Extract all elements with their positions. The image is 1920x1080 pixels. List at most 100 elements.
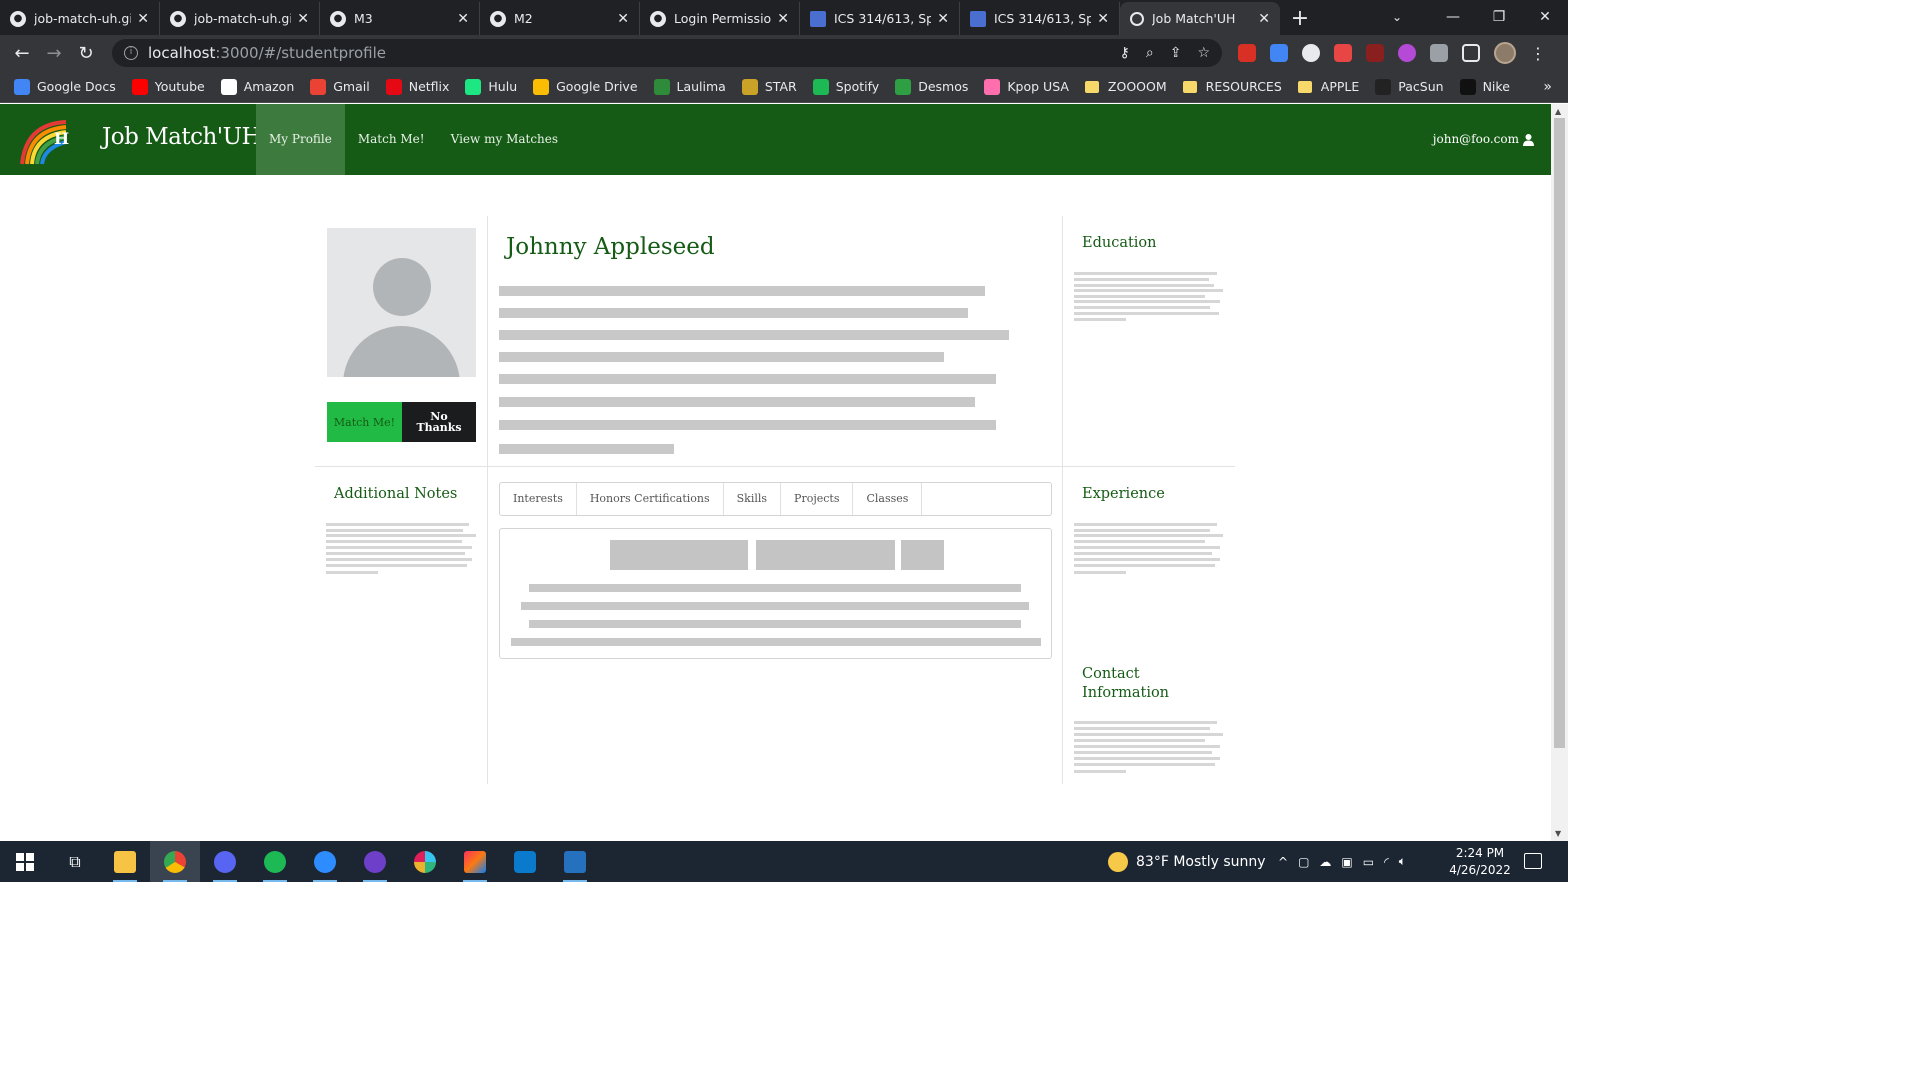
- chrome-taskbar-icon[interactable]: [150, 841, 200, 882]
- notes-placeholder-line: [326, 540, 462, 543]
- bookmark-item[interactable]: STAR: [741, 78, 797, 95]
- extension-icon[interactable]: [1366, 44, 1384, 62]
- password-key-icon[interactable]: ⚷: [1120, 45, 1130, 61]
- tab-interests[interactable]: Interests: [500, 483, 577, 515]
- bookmarks-overflow-icon[interactable]: »: [1543, 79, 1552, 95]
- close-tab-icon[interactable]: ✕: [137, 11, 149, 27]
- app-brand[interactable]: Job Match'UH: [102, 124, 262, 150]
- bookmark-item[interactable]: Laulima: [653, 78, 726, 95]
- bookmark-item[interactable]: Google Docs: [14, 78, 116, 95]
- taskbar-clock[interactable]: 2:24 PM 4/26/2022: [1446, 845, 1514, 879]
- close-window-icon[interactable]: ✕: [1522, 0, 1568, 35]
- extension-icon[interactable]: [1398, 44, 1416, 62]
- display-icon[interactable]: ▣: [1341, 855, 1352, 869]
- zoom-icon[interactable]: [300, 841, 350, 882]
- file-explorer-icon[interactable]: [100, 841, 150, 882]
- share-icon[interactable]: ⇪: [1170, 45, 1182, 61]
- bookmark-item[interactable]: Spotify: [812, 78, 879, 95]
- slack-icon[interactable]: [400, 841, 450, 882]
- user-menu[interactable]: john@foo.com: [1433, 104, 1535, 175]
- bookmark-item[interactable]: Hulu: [465, 78, 517, 95]
- browser-tab[interactable]: ● job-match-uh.git ✕: [160, 2, 320, 35]
- bookmark-item[interactable]: Desmos: [895, 78, 968, 95]
- bookmark-item[interactable]: Gmail: [310, 78, 370, 95]
- extension-icon[interactable]: [1334, 44, 1352, 62]
- forward-icon[interactable]: →: [38, 43, 70, 64]
- volume-icon[interactable]: 🔈︎: [1399, 854, 1406, 869]
- github-desktop-icon[interactable]: [350, 841, 400, 882]
- discord-icon[interactable]: [200, 841, 250, 882]
- close-tab-icon[interactable]: ✕: [617, 11, 629, 27]
- bookmark-item[interactable]: Nike: [1459, 78, 1510, 95]
- close-tab-icon[interactable]: ✕: [297, 11, 309, 27]
- vscode-icon[interactable]: [500, 841, 550, 882]
- side-panel-icon[interactable]: [1462, 44, 1480, 62]
- scroll-down-icon[interactable]: ▼: [1555, 829, 1561, 838]
- battery-icon[interactable]: ▭: [1363, 855, 1374, 869]
- page-scrollbar[interactable]: ▲ ▼: [1551, 104, 1568, 841]
- weather-widget[interactable]: 83°F Mostly sunny: [1108, 841, 1266, 882]
- intellij-icon[interactable]: [450, 841, 500, 882]
- tab-honors-certifications[interactable]: Honors Certifications: [577, 483, 724, 515]
- onedrive-icon[interactable]: ☁: [1319, 855, 1331, 869]
- wifi-icon[interactable]: ◜: [1384, 855, 1389, 869]
- spotify-icon[interactable]: [250, 841, 300, 882]
- task-view-icon[interactable]: ⧉: [50, 841, 100, 882]
- bookmark-item[interactable]: PacSun: [1375, 78, 1444, 95]
- close-tab-icon[interactable]: ✕: [1258, 11, 1270, 27]
- tab-search-icon[interactable]: ⌄: [1392, 0, 1402, 35]
- profile-avatar[interactable]: [1494, 42, 1516, 64]
- nav-my-profile[interactable]: My Profile: [256, 104, 345, 175]
- browser-tab-active[interactable]: Job Match'UH ✕: [1120, 2, 1280, 35]
- new-tab-button[interactable]: +: [1280, 2, 1320, 35]
- start-button[interactable]: [0, 841, 50, 882]
- nav-match-me[interactable]: Match Me!: [345, 104, 438, 175]
- sync-extension-icon[interactable]: [1302, 44, 1320, 62]
- bookmark-item[interactable]: ZOOOOM: [1084, 79, 1167, 94]
- bookmark-item[interactable]: Amazon: [220, 78, 294, 95]
- browser-tab[interactable]: ● M2 ✕: [480, 2, 640, 35]
- bookmark-item[interactable]: Google Drive: [533, 78, 638, 95]
- meet-now-icon[interactable]: ▢: [1298, 855, 1309, 869]
- no-thanks-button[interactable]: No Thanks: [402, 402, 476, 442]
- translate-extension-icon[interactable]: [1270, 44, 1288, 62]
- browser-tab[interactable]: ● job-match-uh.git ✕: [0, 2, 160, 35]
- minimize-icon[interactable]: —: [1430, 0, 1476, 35]
- tab-skills[interactable]: Skills: [724, 483, 782, 515]
- browser-tab[interactable]: ICS 314/613, Spri✕: [960, 2, 1120, 35]
- tray-expand-icon[interactable]: ^: [1278, 855, 1288, 869]
- tab-classes[interactable]: Classes: [853, 483, 923, 515]
- close-tab-icon[interactable]: ✕: [777, 11, 789, 27]
- powershell-icon[interactable]: [550, 841, 600, 882]
- bookmark-item[interactable]: Youtube: [131, 78, 205, 95]
- tab-projects[interactable]: Projects: [781, 483, 854, 515]
- bookmark-item[interactable]: Kpop USA: [984, 78, 1069, 95]
- github-icon: ●: [650, 10, 666, 27]
- browser-tab[interactable]: ● Login Permission ✕: [640, 2, 800, 35]
- browser-tab[interactable]: ICS 314/613, Spri✕: [800, 2, 960, 35]
- close-tab-icon[interactable]: ✕: [1097, 11, 1109, 27]
- bookmark-favicon-icon: [131, 78, 148, 95]
- bookmark-item[interactable]: APPLE: [1297, 79, 1359, 94]
- site-info-icon[interactable]: i: [124, 46, 138, 60]
- scrollbar-thumb[interactable]: [1554, 118, 1565, 748]
- bookmark-star-icon[interactable]: ☆: [1197, 45, 1210, 61]
- extension-icon[interactable]: [1238, 44, 1256, 62]
- reload-icon[interactable]: ↻: [70, 43, 102, 64]
- match-me-button[interactable]: Match Me!: [327, 402, 402, 442]
- rainbow-logo-icon[interactable]: H: [18, 116, 72, 166]
- bookmark-item[interactable]: RESOURCES: [1182, 79, 1282, 94]
- bookmark-item[interactable]: Netflix: [385, 78, 449, 95]
- restore-icon[interactable]: ❐: [1476, 0, 1522, 35]
- kebab-menu-icon[interactable]: ⋮: [1530, 44, 1546, 63]
- browser-tab[interactable]: ● M3 ✕: [320, 2, 480, 35]
- zoom-icon[interactable]: ⌕: [1146, 45, 1154, 61]
- close-tab-icon[interactable]: ✕: [457, 11, 469, 27]
- nav-view-matches[interactable]: View my Matches: [438, 104, 571, 175]
- notifications-icon[interactable]: [1524, 853, 1542, 869]
- close-tab-icon[interactable]: ✕: [937, 11, 949, 27]
- puzzle-extensions-icon[interactable]: [1430, 44, 1448, 62]
- back-icon[interactable]: ←: [6, 43, 38, 64]
- scroll-up-icon[interactable]: ▲: [1555, 107, 1561, 116]
- url-input[interactable]: i localhost:3000/#/studentprofile ⚷ ⌕ ⇪ …: [112, 39, 1222, 67]
